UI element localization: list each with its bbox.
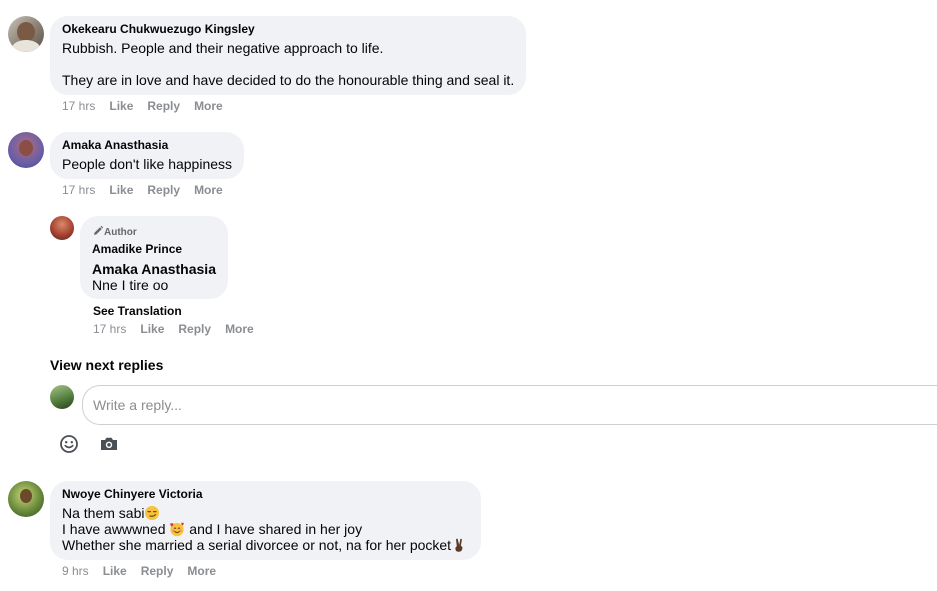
- like-button[interactable]: Like: [103, 564, 127, 578]
- camera-icon[interactable]: [99, 434, 119, 454]
- like-button[interactable]: Like: [140, 322, 164, 336]
- reply-input[interactable]: [83, 386, 937, 424]
- comment-text: Rubbish. People and their negative appro…: [62, 40, 384, 56]
- avatar[interactable]: [8, 481, 44, 517]
- comment-actions: 17 hrs Like Reply More: [62, 99, 223, 113]
- comment-text: I have awwwned and I have shared in her …: [62, 521, 362, 537]
- comment-time[interactable]: 17 hrs: [62, 183, 95, 197]
- like-button[interactable]: Like: [109, 183, 133, 197]
- view-next-replies-link[interactable]: View next replies: [50, 357, 163, 373]
- comment-bubble: Amaka Anasthasia People don't like happi…: [50, 132, 244, 179]
- like-button[interactable]: Like: [109, 99, 133, 113]
- comment-text: Whether she married a serial divorcee or…: [62, 537, 467, 553]
- comment-bubble: Nwoye Chinyere Victoria Na them sabi I h…: [50, 481, 481, 560]
- author-badge-label: Author: [104, 227, 137, 238]
- smirk-emoji-icon: [144, 505, 160, 521]
- avatar[interactable]: [8, 16, 44, 52]
- comment-text: Na them sabi: [62, 505, 160, 521]
- comment-author[interactable]: Okekearu Chukwuezugo Kingsley: [62, 22, 255, 36]
- comment-author[interactable]: Nwoye Chinyere Victoria: [62, 487, 203, 501]
- avatar[interactable]: [50, 216, 74, 240]
- reply-composer[interactable]: [82, 385, 937, 425]
- smiling-hearts-emoji-icon: [169, 521, 185, 537]
- reply-button[interactable]: Reply: [147, 99, 180, 113]
- comment-time[interactable]: 9 hrs: [62, 564, 89, 578]
- reply-button[interactable]: Reply: [141, 564, 174, 578]
- avatar[interactable]: [8, 132, 44, 168]
- avatar[interactable]: [50, 385, 74, 409]
- more-button[interactable]: More: [194, 99, 223, 113]
- reply-bubble: Author Amadike Prince Amaka Anasthasia N…: [80, 216, 228, 299]
- comment-text: People don't like happiness: [62, 156, 233, 172]
- comment-text-part: Whether she married a serial divorcee or…: [62, 537, 452, 553]
- reply-button[interactable]: Reply: [147, 183, 180, 197]
- reply-author[interactable]: Amadike Prince: [92, 242, 182, 256]
- more-button[interactable]: More: [187, 564, 216, 578]
- reply-actions: 17 hrs Like Reply More: [93, 322, 254, 336]
- emoji-icon[interactable]: [59, 434, 79, 454]
- comment-actions: 9 hrs Like Reply More: [62, 564, 216, 578]
- comment-text: They are in love and have decided to do …: [62, 72, 515, 88]
- comment-text-part: I have awwwned: [62, 521, 170, 537]
- reply-mention[interactable]: Amaka Anasthasia: [92, 261, 216, 277]
- more-button[interactable]: More: [194, 183, 223, 197]
- reply-button[interactable]: Reply: [178, 322, 211, 336]
- comment-text-part: and I have shared in her joy: [185, 521, 363, 537]
- victory-hand-emoji-icon: [451, 537, 467, 553]
- see-translation-link[interactable]: See Translation: [93, 304, 182, 318]
- reply-text: Nne I tire oo: [92, 277, 169, 293]
- pencil-icon: [92, 225, 104, 240]
- author-badge: Author: [92, 225, 137, 240]
- reply-time[interactable]: 17 hrs: [93, 322, 126, 336]
- comment-author[interactable]: Amaka Anasthasia: [62, 138, 168, 152]
- comment-text-part: Na them sabi: [62, 505, 145, 521]
- comment-time[interactable]: 17 hrs: [62, 99, 95, 113]
- comment-bubble: Okekearu Chukwuezugo Kingsley Rubbish. P…: [50, 16, 526, 95]
- comment-actions: 17 hrs Like Reply More: [62, 183, 223, 197]
- more-button[interactable]: More: [225, 322, 254, 336]
